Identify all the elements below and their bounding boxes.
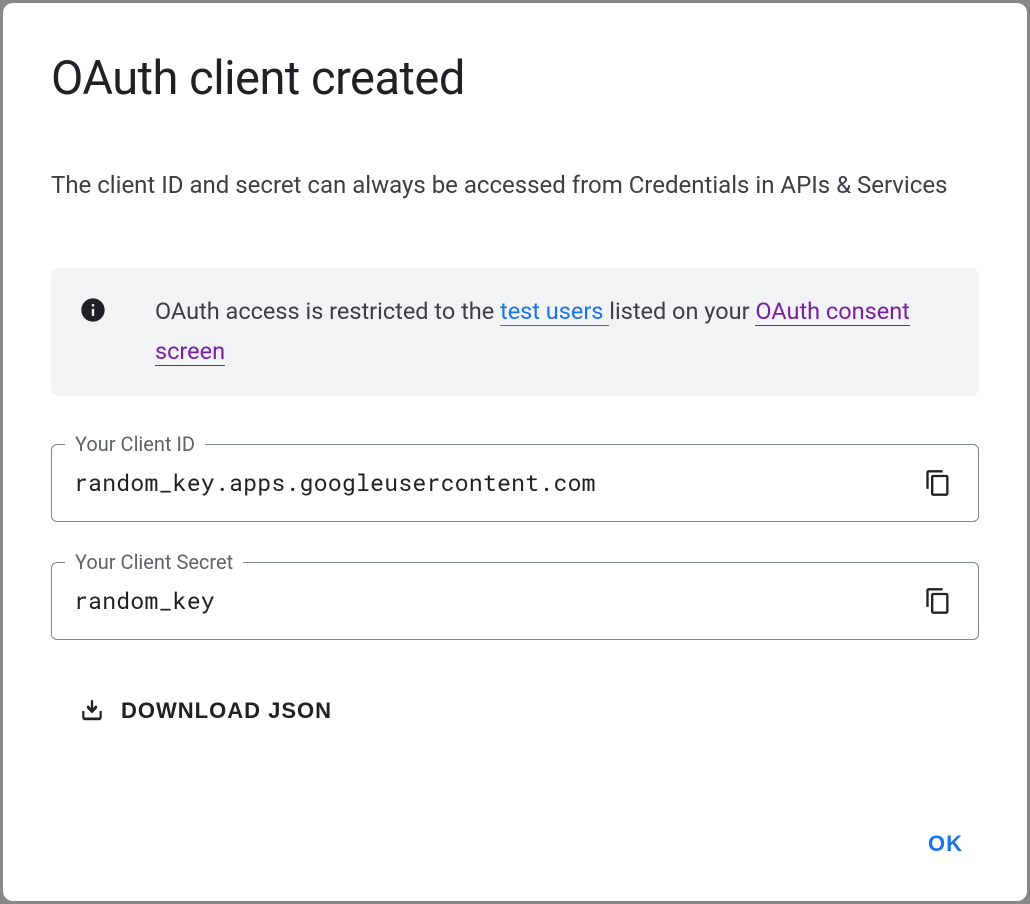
download-icon (79, 698, 105, 724)
info-text-prefix: OAuth access is restricted to the (155, 297, 500, 325)
info-icon (79, 296, 107, 324)
copy-icon (924, 469, 952, 497)
client-id-label: Your Client ID (65, 432, 205, 456)
info-text: OAuth access is restricted to the test u… (155, 292, 951, 372)
dialog-actions: OK (51, 819, 979, 869)
copy-icon (924, 587, 952, 615)
client-id-value: random_key.apps.googleusercontent.com (74, 468, 596, 498)
client-secret-label: Your Client Secret (65, 550, 243, 574)
client-secret-value: random_key (74, 586, 215, 616)
copy-client-id-button[interactable] (920, 465, 956, 501)
oauth-created-dialog: OAuth client created The client ID and s… (3, 3, 1027, 901)
copy-client-secret-button[interactable] (920, 583, 956, 619)
download-json-button[interactable]: DOWNLOAD JSON (51, 688, 360, 734)
test-users-link[interactable]: test users (500, 297, 609, 326)
client-secret-field-group: Your Client Secret random_key (51, 562, 979, 640)
ok-button[interactable]: OK (912, 819, 979, 869)
download-json-label: DOWNLOAD JSON (121, 698, 332, 724)
dialog-title: OAuth client created (51, 51, 979, 106)
client-id-field-group: Your Client ID random_key.apps.googleuse… (51, 444, 979, 522)
info-text-mid: listed on your (609, 297, 755, 325)
info-banner: OAuth access is restricted to the test u… (51, 268, 979, 396)
dialog-description: The client ID and secret can always be a… (51, 166, 979, 204)
